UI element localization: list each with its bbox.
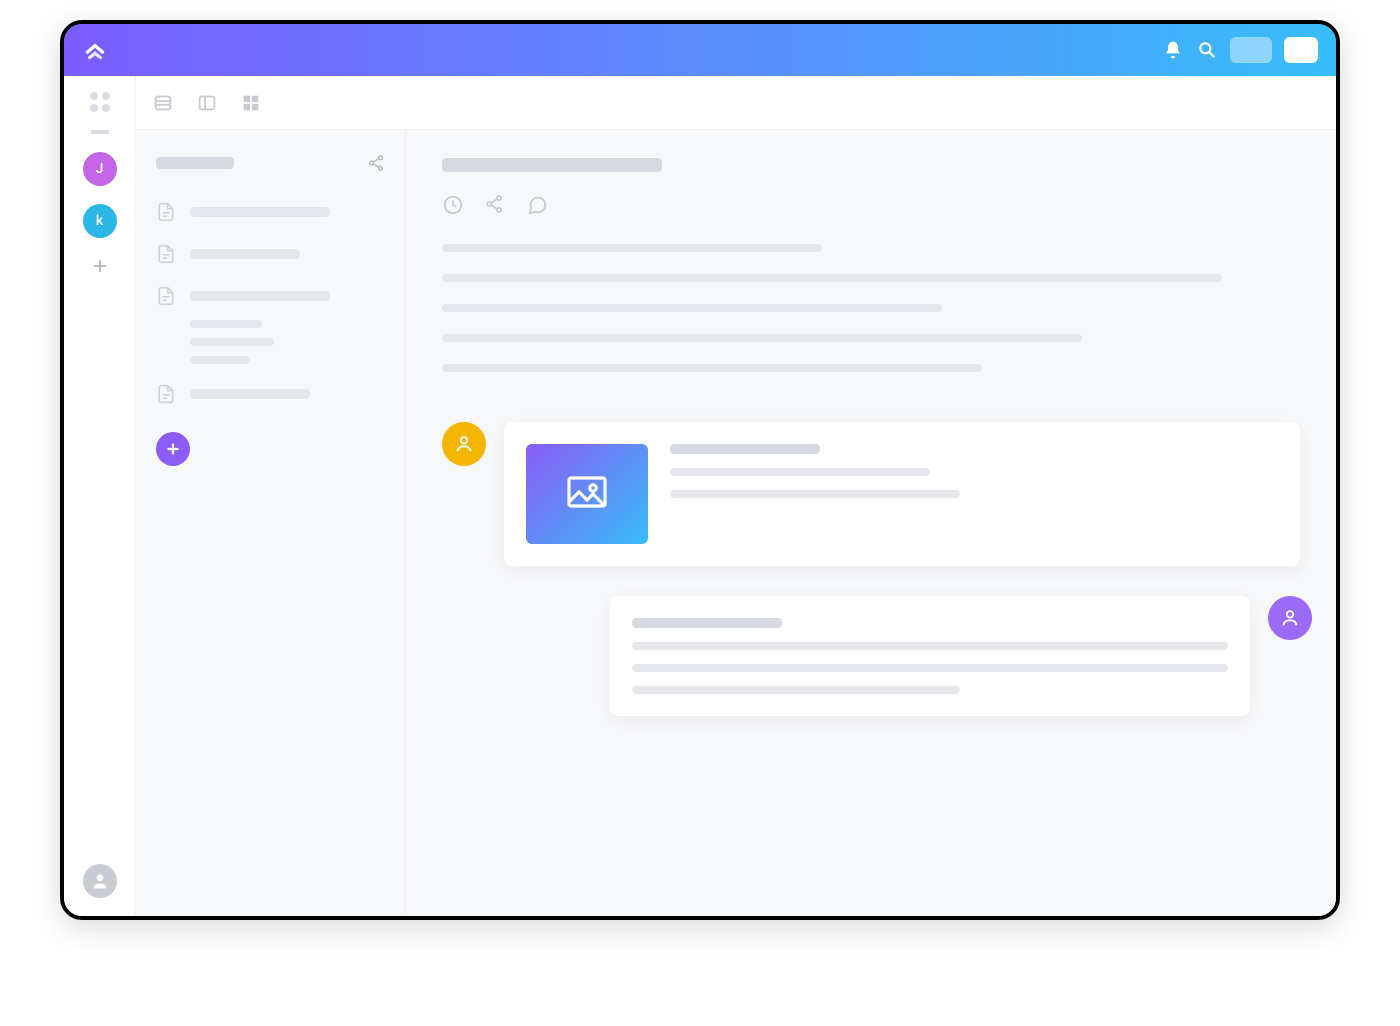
comment-row: [442, 596, 1312, 716]
sidebar-nested: [156, 320, 385, 364]
doc-title[interactable]: [442, 158, 662, 172]
share-icon[interactable]: [484, 194, 506, 216]
file-icon: [156, 242, 176, 266]
comment-line: [632, 642, 1228, 650]
image-thumbnail-icon[interactable]: [526, 444, 648, 544]
grid-view-icon[interactable]: [240, 92, 262, 114]
notifications-icon[interactable]: [1162, 39, 1184, 61]
workspace-avatar-k[interactable]: k: [83, 204, 117, 238]
doc-body[interactable]: [442, 244, 1300, 372]
workspace-avatar-j[interactable]: J: [83, 152, 117, 186]
list-view-icon[interactable]: [152, 92, 174, 114]
workspace-rail: J k: [64, 76, 136, 916]
sidebar-item-label: [190, 249, 300, 259]
text-line: [442, 244, 822, 252]
view-toolbar: [136, 76, 1336, 130]
file-icon: [156, 284, 176, 308]
collapse-icon[interactable]: [91, 130, 109, 134]
topbar: [64, 24, 1336, 76]
add-workspace-button[interactable]: [90, 256, 110, 276]
doc-sidebar: [136, 130, 406, 916]
text-line: [442, 274, 1222, 282]
app-window: J k: [60, 20, 1340, 920]
sidebar-item[interactable]: [156, 242, 385, 266]
topbar-pill-1[interactable]: [1230, 37, 1272, 63]
topbar-pill-2[interactable]: [1284, 37, 1318, 63]
sidebar-item-label: [190, 389, 310, 399]
sidebar-item[interactable]: [156, 200, 385, 224]
sidebar-title: [156, 157, 234, 169]
comment-title: [670, 444, 820, 454]
comment-line: [632, 686, 960, 694]
file-icon: [156, 382, 176, 406]
file-icon: [156, 200, 176, 224]
sidebar-item[interactable]: [156, 382, 385, 406]
share-icon[interactable]: [367, 154, 385, 172]
sidebar-subitem-label[interactable]: [190, 356, 250, 364]
clock-icon[interactable]: [442, 194, 464, 216]
add-doc-button[interactable]: [156, 432, 190, 466]
doc-actions: [442, 194, 1300, 216]
comment-line: [632, 664, 1228, 672]
comment-row: [442, 422, 1300, 566]
comment-icon[interactable]: [526, 194, 548, 216]
board-view-icon[interactable]: [196, 92, 218, 114]
comment-line: [670, 490, 960, 498]
sidebar-subitem-label[interactable]: [190, 338, 274, 346]
comment-avatar-icon[interactable]: [442, 422, 486, 466]
text-line: [442, 304, 942, 312]
user-profile-icon[interactable]: [83, 864, 117, 898]
sidebar-subitem-label[interactable]: [190, 320, 262, 328]
comment-line: [670, 468, 930, 476]
sidebar-item[interactable]: [156, 284, 385, 308]
comment-card[interactable]: [610, 596, 1250, 716]
search-icon[interactable]: [1196, 39, 1218, 61]
comment-title: [632, 618, 782, 628]
apps-grid-icon[interactable]: [90, 92, 110, 112]
text-line: [442, 334, 1082, 342]
sidebar-item-label: [190, 291, 330, 301]
comment-avatar-icon[interactable]: [1268, 596, 1312, 640]
comment-card[interactable]: [504, 422, 1300, 566]
app-logo-icon[interactable]: [82, 37, 108, 63]
doc-content: [406, 130, 1336, 916]
sidebar-item-label: [190, 207, 330, 217]
text-line: [442, 364, 982, 372]
